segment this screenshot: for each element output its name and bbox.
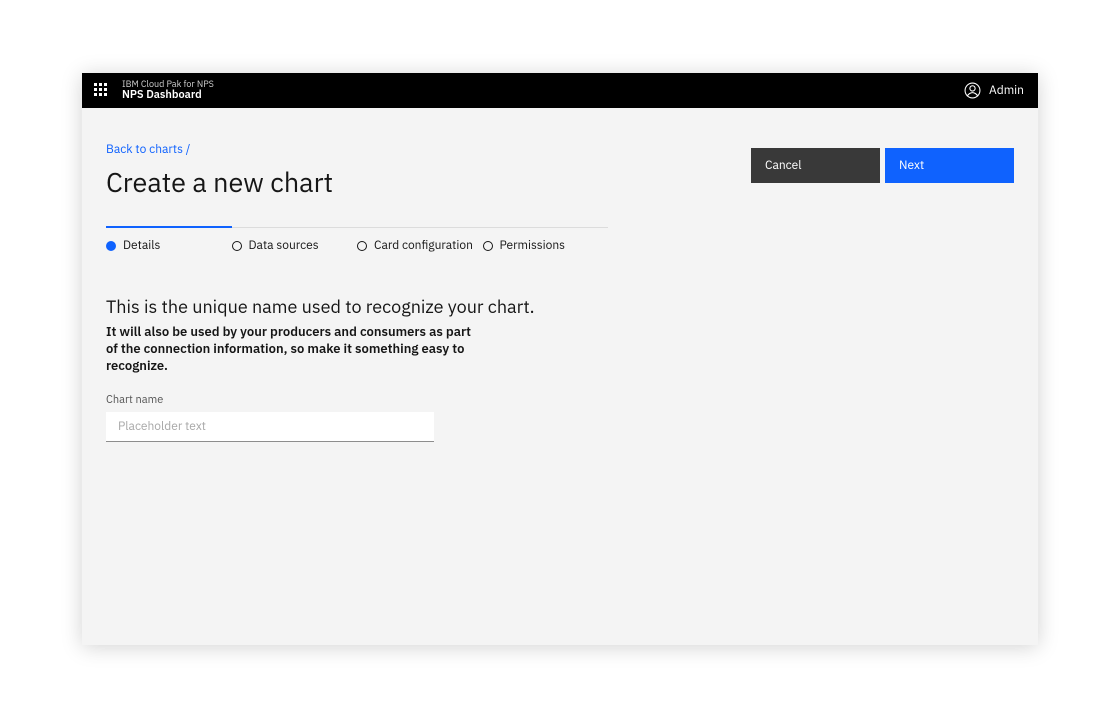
section-subheading: It will also be used by your producers a… <box>106 324 476 375</box>
product-title-block: IBM Cloud Pak for NPS NPS Dashboard <box>122 80 214 102</box>
cancel-button[interactable]: Cancel <box>751 148 880 183</box>
app-switcher-icon[interactable] <box>94 83 110 99</box>
main-content: Back to charts / Create a new chart Canc… <box>82 108 1038 442</box>
step-indicator-icon <box>232 241 242 251</box>
step-data-sources[interactable]: Data sources <box>232 227 358 253</box>
step-indicator-icon <box>483 241 493 251</box>
step-permissions[interactable]: Permissions <box>483 227 609 253</box>
breadcrumb-back-link[interactable]: Back to charts / <box>106 142 190 157</box>
step-card-configuration[interactable]: Card configuration <box>357 227 483 253</box>
user-name-label: Admin <box>989 83 1024 98</box>
top-bar: IBM Cloud Pak for NPS NPS Dashboard Admi… <box>82 73 1038 108</box>
step-indicator-icon <box>357 241 367 251</box>
step-details[interactable]: Details <box>106 226 232 253</box>
step-label: Card configuration <box>374 238 473 253</box>
section-heading: This is the unique name used to recogniz… <box>106 295 1014 318</box>
user-avatar-icon <box>964 82 981 99</box>
step-label: Details <box>123 238 160 253</box>
step-label: Permissions <box>500 238 566 253</box>
action-buttons: Cancel Next <box>751 148 1014 183</box>
app-window: IBM Cloud Pak for NPS NPS Dashboard Admi… <box>82 73 1038 645</box>
progress-stepper: Details Data sources Card configuration … <box>106 226 608 253</box>
user-menu[interactable]: Admin <box>964 82 1024 99</box>
step-label: Data sources <box>249 238 319 253</box>
step-indicator-icon <box>106 241 116 251</box>
chart-name-input[interactable] <box>106 412 434 442</box>
chart-name-label: Chart name <box>106 393 1014 407</box>
product-name-label: NPS Dashboard <box>122 89 214 101</box>
next-button[interactable]: Next <box>885 148 1014 183</box>
